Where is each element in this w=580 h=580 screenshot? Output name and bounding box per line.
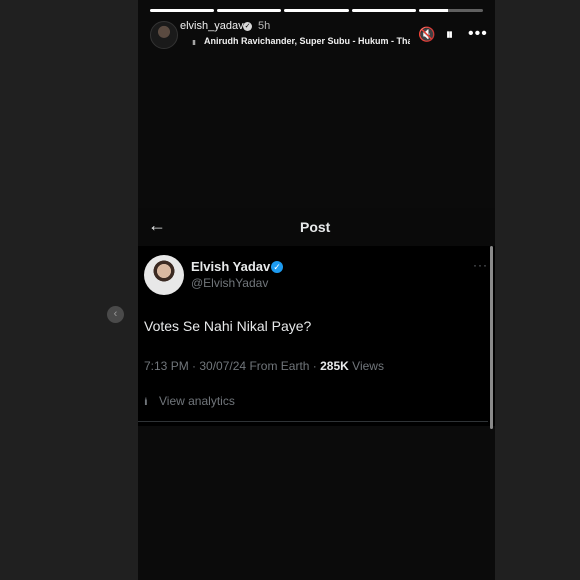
author-avatar[interactable]	[144, 255, 184, 295]
more-options-icon[interactable]: •••	[468, 25, 488, 43]
mute-icon[interactable]: 🔇	[418, 25, 435, 43]
tweet-time: 7:13 PM	[144, 359, 189, 373]
story-viewer: elvish_yadav ✓ 5h ıı Anirudh Ravichander…	[138, 0, 495, 580]
story-avatar[interactable]	[150, 21, 178, 49]
progress-segment	[284, 9, 349, 12]
progress-segment	[150, 9, 215, 12]
tweet-text: Votes Se Nahi Nikal Paye?	[144, 318, 312, 334]
verified-badge-icon: ✓	[271, 261, 283, 273]
views-count: 285K	[320, 359, 349, 373]
tweet-more-icon[interactable]: ···	[473, 258, 488, 272]
author-handle[interactable]: @ElvishYadav	[191, 276, 268, 290]
progress-fill	[418, 9, 448, 12]
views-label: Views	[352, 359, 384, 373]
music-bars-icon: ıı	[192, 37, 196, 47]
progress-fill	[217, 9, 282, 12]
verified-badge-icon: ✓	[243, 22, 252, 31]
tweet-date: 30/07/24	[199, 359, 247, 373]
analytics-icon: ılı	[144, 397, 148, 408]
post-header: ← Post	[138, 208, 495, 246]
back-arrow-icon[interactable]: ←	[148, 215, 166, 236]
view-analytics-label: View analytics	[159, 394, 235, 408]
progress-fill	[150, 9, 215, 12]
tweet-meta: 7:13 PM · 30/07/24 From Earth · 285K Vie…	[144, 359, 384, 373]
progress-segment	[418, 9, 484, 12]
story-time-ago: 5h	[258, 20, 271, 32]
post-header-title: Post	[300, 219, 331, 235]
scrollbar[interactable]	[490, 246, 493, 429]
divider	[138, 421, 488, 422]
story-music-label[interactable]: Anirudh Ravichander, Super Subu - Hukum …	[204, 36, 410, 46]
progress-fill	[351, 9, 416, 12]
story-username[interactable]: elvish_yadav	[180, 20, 244, 32]
author-name[interactable]: Elvish Yadav	[191, 259, 270, 274]
view-analytics-link[interactable]: ılı View analytics	[144, 394, 235, 408]
story-header: elvish_yadav ✓ 5h ıı Anirudh Ravichander…	[150, 19, 487, 51]
progress-segment	[217, 9, 282, 12]
tweet-location: From Earth	[249, 359, 310, 373]
previous-story-button[interactable]: ‹	[107, 306, 124, 323]
pause-icon[interactable]: ⏸	[446, 25, 453, 43]
story-progress-bar	[150, 9, 484, 12]
progress-segment	[351, 9, 416, 12]
tweet-card: Elvish Yadav ✓ @ElvishYadav ··· Votes Se…	[138, 246, 495, 429]
progress-fill	[284, 9, 349, 12]
